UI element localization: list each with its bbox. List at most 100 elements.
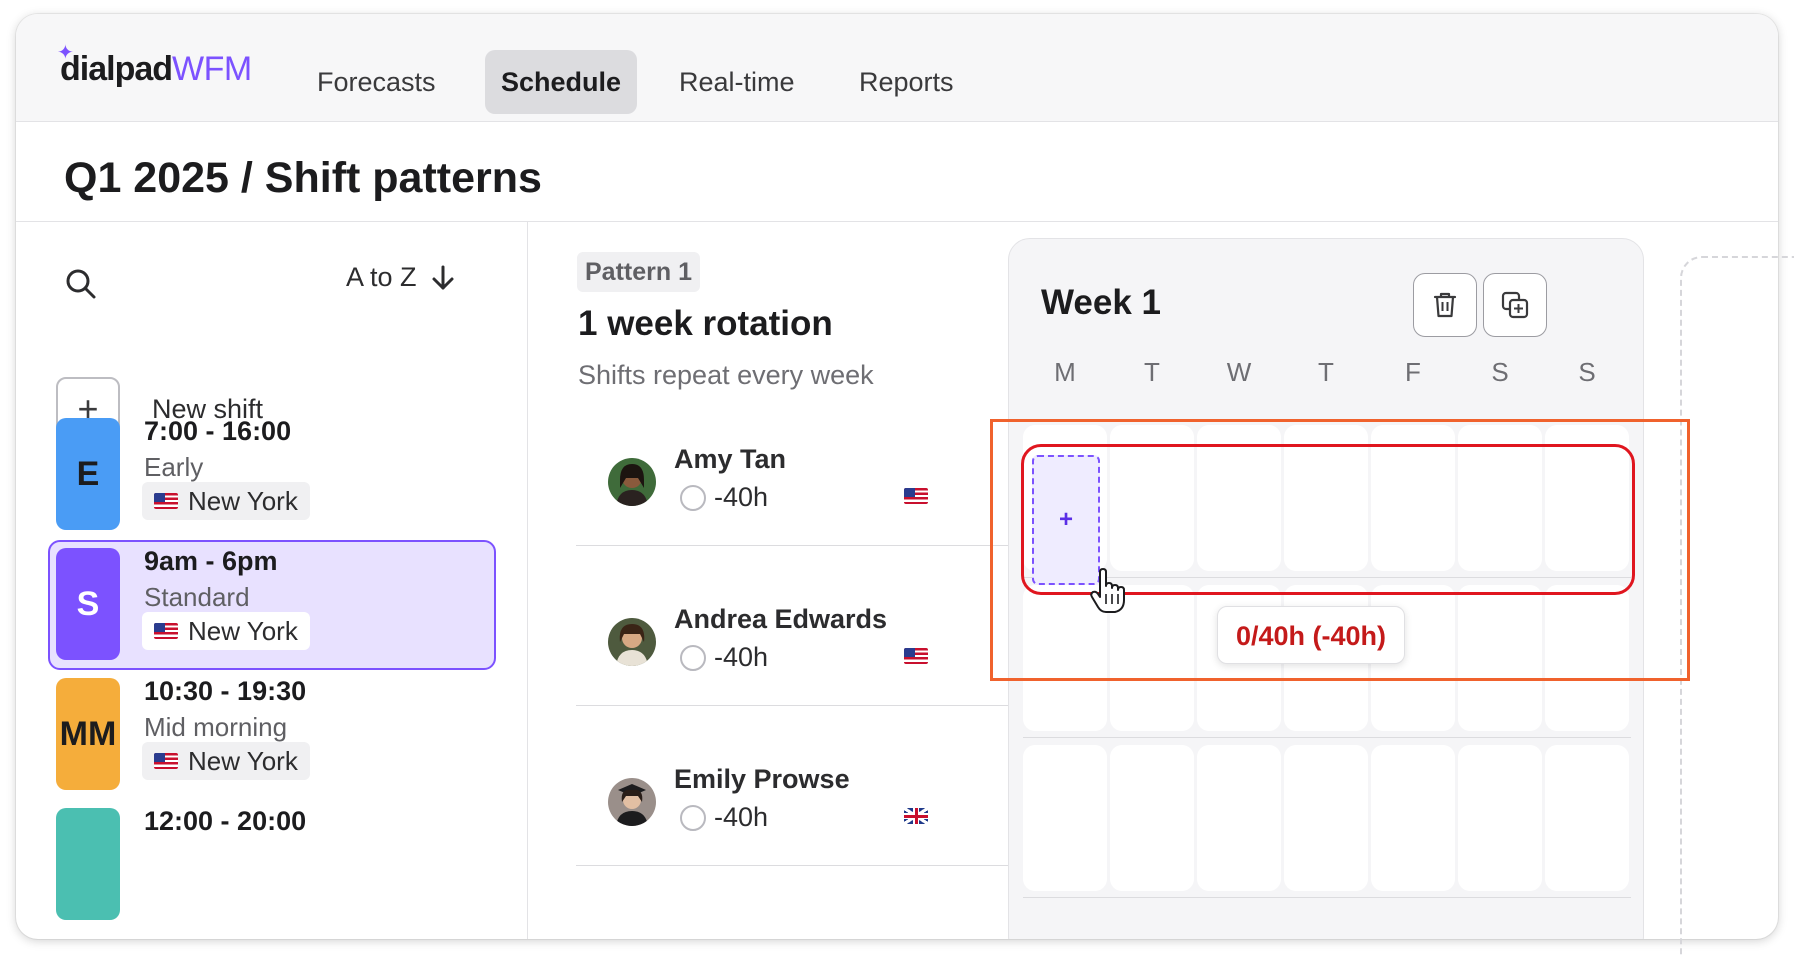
agent-row[interactable]: Amy Tan -40h xyxy=(576,386,1008,546)
shift-sidebar: A to Z + New shift E 7:00 - 16:00 Early … xyxy=(16,222,528,939)
avatar xyxy=(608,458,656,506)
add-week-placeholder[interactable] xyxy=(1680,256,1794,956)
day-cell[interactable] xyxy=(1458,585,1542,731)
location-label: New York xyxy=(188,745,298,776)
day-label: T xyxy=(1144,357,1160,387)
shift-time: 9am - 6pm xyxy=(144,546,278,576)
sort-button[interactable]: A to Z xyxy=(346,262,455,293)
agent-name: Emily Prowse xyxy=(674,764,850,794)
agent-name: Andrea Edwards xyxy=(674,604,888,634)
location-label: New York xyxy=(188,485,298,516)
agent-hours: -40h xyxy=(680,802,768,833)
agent-week-row xyxy=(1023,425,1631,573)
day-label: F xyxy=(1405,357,1421,387)
day-cell[interactable] xyxy=(1371,425,1455,571)
hours-tooltip: 0/40h (-40h) xyxy=(1217,606,1406,664)
day-cell[interactable] xyxy=(1197,425,1281,571)
shift-badge: S xyxy=(56,548,120,660)
uk-flag-icon xyxy=(904,808,928,824)
add-shift-cell[interactable]: + xyxy=(1032,455,1100,585)
us-flag-icon xyxy=(154,493,178,509)
day-label: M xyxy=(1054,357,1076,387)
shift-badge: E xyxy=(56,418,120,530)
sort-label: A to Z xyxy=(346,262,417,292)
progress-ring-icon xyxy=(680,644,706,671)
trash-icon xyxy=(1433,292,1457,318)
day-cell[interactable] xyxy=(1023,745,1107,891)
app-window: ✦ dialpad WFM Forecasts Schedule Real-ti… xyxy=(16,14,1778,939)
delete-week-button[interactable] xyxy=(1413,273,1477,337)
hours-value: -40h xyxy=(714,482,769,512)
location-chip: New York xyxy=(142,482,310,520)
shift-time: 7:00 - 16:00 xyxy=(144,416,292,446)
hours-value: -40h xyxy=(714,642,769,672)
duplicate-week-button[interactable] xyxy=(1483,273,1547,337)
us-flag-icon xyxy=(904,648,928,664)
tab-forecasts[interactable]: Forecasts xyxy=(301,50,452,114)
shift-badge: MM xyxy=(56,678,120,790)
shift-card-early[interactable]: E 7:00 - 16:00 Early New York xyxy=(48,410,496,540)
shift-card-standard[interactable]: S 9am - 6pm Standard New York xyxy=(48,540,496,670)
avatar xyxy=(608,618,656,666)
progress-ring-icon xyxy=(680,804,706,831)
sparkle-icon: ✦ xyxy=(57,42,74,64)
day-cell[interactable] xyxy=(1545,745,1629,891)
plus-icon: + xyxy=(1058,506,1073,533)
divider xyxy=(1023,737,1631,738)
us-flag-icon xyxy=(154,623,178,639)
shift-time: 10:30 - 19:30 xyxy=(144,676,307,706)
agent-row[interactable]: Andrea Edwards -40h xyxy=(576,546,1008,706)
day-cell[interactable] xyxy=(1284,745,1368,891)
day-label: S xyxy=(1491,357,1509,387)
day-cell[interactable] xyxy=(1284,425,1368,571)
tab-real-time[interactable]: Real-time xyxy=(663,50,811,114)
shift-time: 12:00 - 20:00 xyxy=(144,806,307,836)
rotation-title: 1 week rotation xyxy=(578,304,833,343)
hours-value: -40h xyxy=(714,802,769,832)
agent-hours: -40h xyxy=(680,642,768,673)
shift-badge xyxy=(56,808,120,920)
day-label: T xyxy=(1318,357,1334,387)
day-cell[interactable] xyxy=(1197,745,1281,891)
us-flag-icon xyxy=(154,753,178,769)
agent-row[interactable]: Emily Prowse -40h xyxy=(576,706,1008,866)
us-flag-icon xyxy=(904,488,928,504)
pattern-chip: Pattern 1 xyxy=(577,252,700,292)
day-cell[interactable] xyxy=(1371,745,1455,891)
shift-card-12-20[interactable]: 12:00 - 20:00 xyxy=(48,800,496,930)
day-cell[interactable] xyxy=(1545,585,1629,731)
logo-brand: dialpad xyxy=(60,49,173,88)
location-chip: New York xyxy=(142,742,310,780)
week-title: Week 1 xyxy=(1041,283,1161,322)
avatar xyxy=(608,778,656,826)
tab-reports[interactable]: Reports xyxy=(843,50,970,114)
duplicate-icon xyxy=(1501,291,1529,319)
shift-name: Early xyxy=(144,452,204,482)
dialpad-wfm-logo[interactable]: ✦ dialpad WFM xyxy=(57,42,252,94)
agent-week-row xyxy=(1023,745,1631,893)
day-cell[interactable] xyxy=(1458,425,1542,571)
day-cell[interactable] xyxy=(1458,745,1542,891)
shift-name: Mid morning xyxy=(144,712,288,742)
top-nav: ✦ dialpad WFM Forecasts Schedule Real-ti… xyxy=(16,14,1778,122)
day-cell[interactable] xyxy=(1110,425,1194,571)
day-cell[interactable] xyxy=(1110,745,1194,891)
search-icon[interactable] xyxy=(64,267,98,301)
location-chip: New York xyxy=(142,612,310,650)
shift-name: Standard xyxy=(144,582,250,612)
progress-ring-icon xyxy=(680,484,706,511)
arrow-down-icon xyxy=(432,265,454,289)
agent-name: Amy Tan xyxy=(674,444,787,474)
page-title: Q1 2025 / Shift patterns xyxy=(64,154,542,202)
logo-product: WFM xyxy=(172,49,252,88)
hand-cursor-icon xyxy=(1090,568,1125,613)
pattern-column: Pattern 1 1 week rotation Shifts repeat … xyxy=(528,222,1008,939)
shift-card-mid-morning[interactable]: MM 10:30 - 19:30 Mid morning New York xyxy=(48,670,496,800)
day-cell[interactable] xyxy=(1545,425,1629,571)
day-label: S xyxy=(1578,357,1596,387)
divider xyxy=(1023,897,1631,898)
day-label: W xyxy=(1226,357,1252,387)
location-label: New York xyxy=(188,615,298,646)
agent-hours: -40h xyxy=(680,482,768,513)
tab-schedule[interactable]: Schedule xyxy=(485,50,638,114)
